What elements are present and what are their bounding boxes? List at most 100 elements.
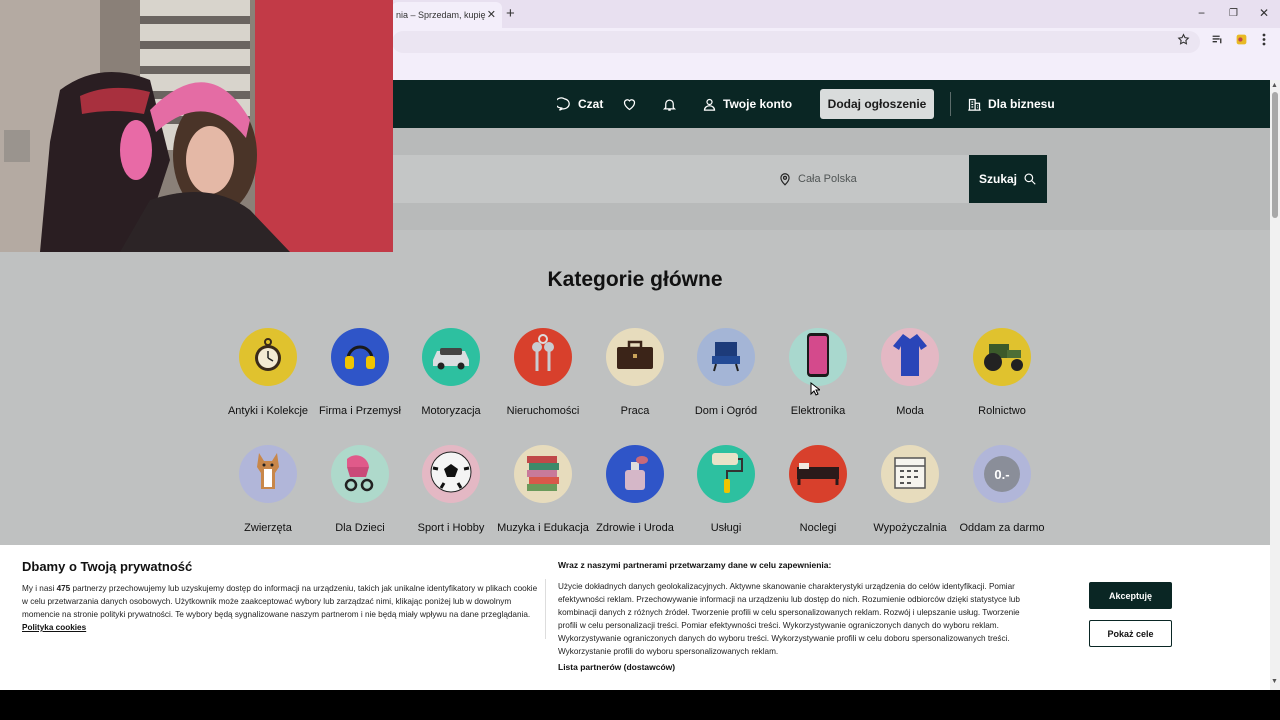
category-zdrowie[interactable]: Zdrowie i Uroda <box>587 445 683 535</box>
media-queue-icon[interactable] <box>1211 33 1224 49</box>
cookie-consent-banner: Dbamy o Twoją prywatność My i nasi 475 p… <box>0 545 1270 690</box>
partners-list-link[interactable]: Lista partnerów (dostawców) <box>558 662 675 672</box>
location-placeholder: Cała Polska <box>798 173 857 185</box>
bed-icon <box>795 457 841 492</box>
category-label: Moda <box>896 405 924 417</box>
car-icon <box>429 340 473 375</box>
scrollbar-thumb[interactable] <box>1272 92 1278 218</box>
cookie-divider <box>545 579 546 639</box>
search-button[interactable]: Szukaj <box>969 155 1047 203</box>
account-link[interactable]: Twoje konto <box>702 80 792 128</box>
category-icon-circle <box>881 445 939 503</box>
category-label: Nieruchomości <box>506 405 580 417</box>
category-uslugi[interactable]: Usługi <box>678 445 774 535</box>
price-tag-icon: 0.- <box>984 456 1020 492</box>
restore-button[interactable]: ❐ <box>1229 8 1238 19</box>
minimize-button[interactable]: − <box>1198 6 1205 20</box>
location-input[interactable]: Cała Polska <box>770 155 969 203</box>
category-rolnictwo[interactable]: Rolnictwo <box>954 328 1050 418</box>
soccer-ball-icon <box>429 450 473 499</box>
category-oddam[interactable]: 0.- Oddam za darmo <box>954 445 1050 535</box>
category-label: Zwierzęta <box>244 522 292 534</box>
category-icon-circle <box>881 328 939 386</box>
category-icon-circle <box>514 328 572 386</box>
smartphone-icon <box>805 332 831 383</box>
page-scrollbar[interactable]: ▲ ▼ <box>1270 80 1280 690</box>
armchair-icon <box>707 336 745 379</box>
new-tab-button[interactable]: + <box>506 5 515 22</box>
extension-icon[interactable] <box>1235 33 1248 49</box>
category-antyki[interactable]: Antyki i Kolekcje <box>220 328 316 418</box>
category-noclegi[interactable]: Noclegi <box>770 445 866 535</box>
cookie-policy-link[interactable]: Polityka cookies <box>22 623 86 632</box>
category-icon-circle <box>973 328 1031 386</box>
heart-icon <box>622 97 637 112</box>
category-wypozyczalnia[interactable]: Wypożyczalnia <box>862 445 958 535</box>
stroller-icon <box>339 451 381 498</box>
building-icon <box>967 97 982 112</box>
dog-icon <box>249 449 287 500</box>
tab-close-icon[interactable]: ✕ <box>487 8 496 21</box>
category-dzieci[interactable]: Dla Dzieci <box>312 445 408 535</box>
pocket-watch-icon <box>248 335 288 380</box>
category-muzyka[interactable]: Muzyka i Edukacja <box>495 445 591 535</box>
account-label: Twoje konto <box>723 97 793 111</box>
category-icon-circle <box>606 445 664 503</box>
favorites-button[interactable] <box>622 80 637 128</box>
business-link[interactable]: Dla biznesu <box>967 80 1055 128</box>
notifications-button[interactable] <box>662 80 677 128</box>
category-label: Rolnictwo <box>978 405 1026 417</box>
category-moda[interactable]: Moda <box>862 328 958 418</box>
category-motoryzacja[interactable]: Motoryzacja <box>403 328 499 418</box>
header-divider <box>950 92 951 116</box>
bell-icon <box>662 97 677 112</box>
browser-tab[interactable]: nia – Sprzedam, kupię ✕ <box>392 2 502 28</box>
show-purposes-button[interactable]: Pokaż cele <box>1089 620 1172 647</box>
chat-icon <box>557 96 572 112</box>
category-icon-circle <box>697 328 755 386</box>
partner-count: 475 <box>56 584 71 593</box>
url-input[interactable] <box>392 31 1200 53</box>
scroll-up-icon[interactable]: ▲ <box>1271 82 1278 89</box>
category-label: Dom i Ogród <box>694 405 758 417</box>
category-label: Elektronika <box>790 405 846 417</box>
category-nieruchomosci[interactable]: Nieruchomości <box>495 328 591 418</box>
category-icon-circle <box>239 445 297 503</box>
category-firma[interactable]: Firma i Przemysł <box>312 328 408 418</box>
bookmark-star-icon[interactable] <box>1177 33 1190 49</box>
category-elektronika[interactable]: Elektronika <box>770 328 866 418</box>
chat-label: Czat <box>578 97 604 111</box>
category-icon-circle <box>331 328 389 386</box>
category-sport[interactable]: Sport i Hobby <box>403 445 499 535</box>
category-praca[interactable]: Praca <box>587 328 683 418</box>
cookie-title: Dbamy o Twoją prywatność <box>22 559 193 574</box>
bottom-black-bar <box>0 690 1280 720</box>
add-listing-button[interactable]: Dodaj ogłoszenie <box>820 89 934 119</box>
cookie-text-start: My i nasi <box>22 584 57 593</box>
accept-cookies-button[interactable]: Akceptuję <box>1089 582 1172 609</box>
search-icon <box>1023 172 1037 186</box>
dress-icon <box>891 332 929 383</box>
purposes-title: Wraz z naszymi partnerami przetwarzamy d… <box>558 560 832 570</box>
category-icon-circle <box>697 445 755 503</box>
close-window-button[interactable]: ✕ <box>1259 6 1269 20</box>
category-label: Usługi <box>710 522 742 534</box>
chat-link[interactable]: Czat <box>557 80 603 128</box>
categories-title: Kategorie główne <box>547 268 723 291</box>
category-label: Dla Dzieci <box>335 522 385 534</box>
purposes-list: Użycie dokładnych danych geolokalizacyjn… <box>558 582 1020 656</box>
category-icon-circle: 0.- <box>973 445 1031 503</box>
location-pin-icon <box>778 172 792 186</box>
category-icon-circle <box>422 328 480 386</box>
category-label: Zdrowie i Uroda <box>596 522 674 534</box>
mouse-cursor-icon <box>810 381 822 401</box>
category-label: Noclegi <box>799 522 837 534</box>
scroll-down-icon[interactable]: ▼ <box>1271 678 1278 685</box>
category-dom[interactable]: Dom i Ogród <box>678 328 774 418</box>
tractor-icon <box>979 338 1025 377</box>
category-zwierzeta[interactable]: Zwierzęta <box>220 445 316 535</box>
user-icon <box>702 97 717 112</box>
category-icon-circle <box>422 445 480 503</box>
category-label: Muzyka i Edukacja <box>497 522 589 534</box>
browser-menu-icon[interactable] <box>1262 33 1266 49</box>
